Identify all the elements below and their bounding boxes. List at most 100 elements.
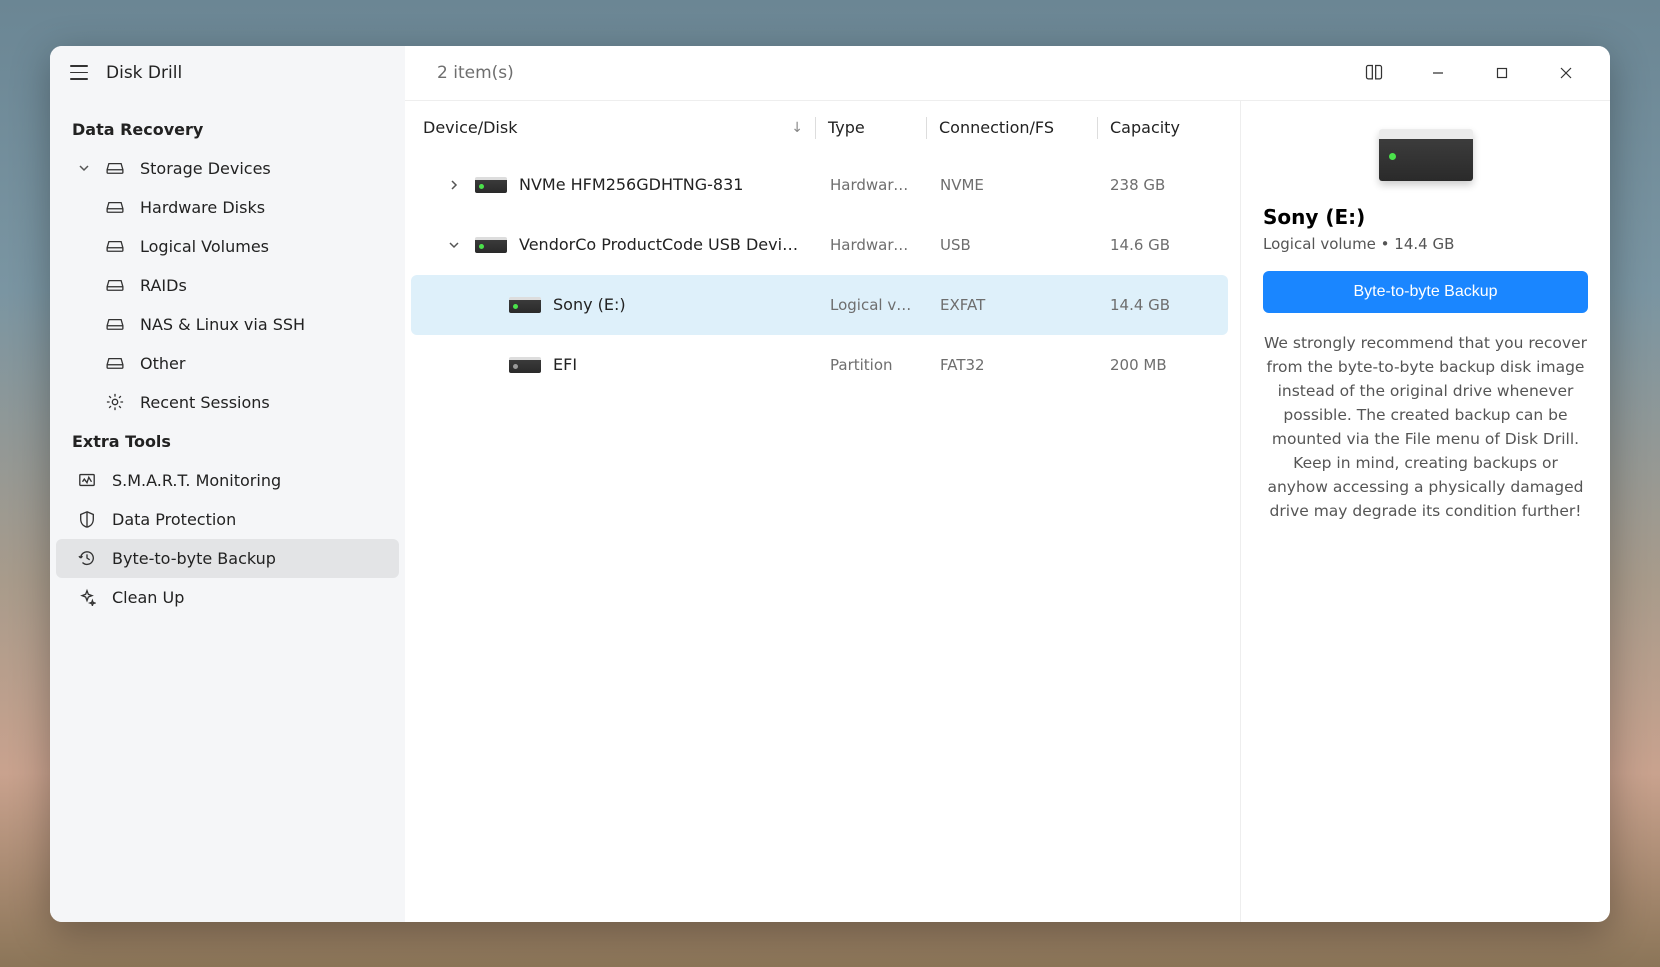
app-title: Disk Drill [106, 63, 182, 83]
table-row[interactable]: VendorCo ProductCode USB Devi…Hardware…U… [411, 215, 1228, 275]
device-name: Sony (E:) [553, 295, 626, 314]
cell-type: Partition [818, 356, 928, 374]
device-name: EFI [553, 355, 577, 374]
details-panel: Sony (E:) Logical volume • 14.4 GB Byte-… [1240, 101, 1610, 922]
cell-capacity: 14.4 GB [1098, 296, 1228, 314]
device-name: NVMe HFM256GDHTNG-831 [519, 175, 743, 194]
disk-icon [475, 177, 507, 193]
sidebar-item-label: RAIDs [140, 276, 187, 295]
table-row[interactable]: EFI PartitionFAT32200 MB [411, 335, 1228, 395]
column-device[interactable]: Device/Disk ↓ [411, 118, 815, 137]
content-row: Device/Disk ↓ Type Connection/FS Capacit… [405, 100, 1610, 922]
section-header: Data Recovery [56, 110, 399, 149]
cell-connection: FAT32 [928, 356, 1098, 374]
cell-connection: EXFAT [928, 296, 1098, 314]
sidebar-item-clean-up[interactable]: Clean Up [56, 578, 399, 617]
close-icon [1560, 67, 1572, 79]
drive-icon [106, 315, 124, 333]
details-image [1263, 129, 1588, 181]
sidebar-item-data-protection[interactable]: Data Protection [56, 500, 399, 539]
sidebar-nav: Data Recovery Storage Devices Hardware Dis… [50, 100, 405, 617]
column-capacity[interactable]: Capacity [1098, 118, 1228, 137]
sidebar-item-nas-linux-via-ssh[interactable]: NAS & Linux via SSH [56, 305, 399, 344]
shield-icon [78, 510, 96, 528]
cell-type: Hardware… [818, 236, 928, 254]
chevron-down-icon[interactable] [445, 241, 463, 249]
app-window: Disk Drill Data Recovery Storage Devices H… [50, 46, 1610, 922]
sidebar-item-label: S.M.A.R.T. Monitoring [112, 471, 281, 490]
column-type[interactable]: Type [816, 118, 926, 137]
drive-icon [106, 198, 124, 216]
sidebar-item-label: Clean Up [112, 588, 184, 607]
cell-type: Hardware… [818, 176, 928, 194]
sort-down-icon: ↓ [791, 120, 803, 136]
details-subtitle: Logical volume • 14.4 GB [1263, 235, 1588, 253]
details-description: We strongly recommend that you recover f… [1263, 331, 1588, 523]
item-count: 2 item(s) [423, 63, 514, 83]
section-header: Extra Tools [56, 422, 399, 461]
maximize-button[interactable] [1476, 53, 1528, 93]
cell-device: NVMe HFM256GDHTNG-831 [411, 175, 818, 194]
sidebar-item-storage-devices[interactable]: Storage Devices [56, 149, 399, 188]
maximize-icon [1496, 67, 1508, 79]
book-icon [1364, 63, 1384, 83]
column-device-label: Device/Disk [423, 118, 517, 137]
byte-to-byte-backup-button[interactable]: Byte-to-byte Backup [1263, 271, 1588, 313]
cell-device: EFI [411, 355, 818, 374]
minimize-button[interactable] [1412, 53, 1464, 93]
cell-capacity: 200 MB [1098, 356, 1228, 374]
sidebar-header: Disk Drill [50, 46, 405, 100]
sidebar-item-label: Storage Devices [140, 159, 271, 178]
close-button[interactable] [1540, 53, 1592, 93]
column-connection[interactable]: Connection/FS [927, 118, 1097, 137]
smart-icon [78, 471, 96, 489]
details-title: Sony (E:) [1263, 205, 1588, 229]
drive-icon [1379, 129, 1473, 181]
device-table: Device/Disk ↓ Type Connection/FS Capacit… [405, 101, 1240, 922]
main-area: 2 item(s) Device/Disk ↓ [405, 46, 1610, 922]
sidebar-item-s-m-a-r-t-monitoring[interactable]: S.M.A.R.T. Monitoring [56, 461, 399, 500]
table-row[interactable]: NVMe HFM256GDHTNG-831 Hardware…NVME238 GB [411, 155, 1228, 215]
minimize-icon [1432, 67, 1444, 79]
cell-device: Sony (E:) [411, 295, 818, 314]
column-capacity-label: Capacity [1110, 118, 1180, 137]
sidebar-item-label: Data Protection [112, 510, 236, 529]
toolbar: 2 item(s) [405, 46, 1610, 100]
sidebar-item-label: Logical Volumes [140, 237, 269, 256]
gear-icon [106, 393, 124, 411]
drive-icon [106, 354, 124, 372]
sidebar-item-label: NAS & Linux via SSH [140, 315, 305, 334]
disk-icon [475, 237, 507, 253]
table-header: Device/Disk ↓ Type Connection/FS Capacit… [411, 101, 1228, 155]
chevron-right-icon[interactable] [445, 180, 463, 190]
drive-icon [106, 159, 124, 177]
cell-type: Logical vol… [818, 296, 928, 314]
chevron-down-icon [78, 162, 90, 174]
column-connection-label: Connection/FS [939, 118, 1054, 137]
cell-connection: NVME [928, 176, 1098, 194]
history-icon [78, 549, 96, 567]
sparkle-icon [78, 588, 96, 606]
help-button[interactable] [1348, 53, 1400, 93]
sidebar-item-logical-volumes[interactable]: Logical Volumes [56, 227, 399, 266]
drive-icon [106, 237, 124, 255]
table-row[interactable]: Sony (E:) Logical vol…EXFAT14.4 GB [411, 275, 1228, 335]
column-type-label: Type [828, 118, 865, 137]
sidebar-item-label: Hardware Disks [140, 198, 265, 217]
sidebar-item-byte-to-byte-backup[interactable]: Byte-to-byte Backup [56, 539, 399, 578]
sidebar-item-label: Byte-to-byte Backup [112, 549, 276, 568]
cell-capacity: 238 GB [1098, 176, 1228, 194]
sidebar-item-recent-sessions[interactable]: Recent Sessions [56, 383, 399, 422]
hamburger-menu-button[interactable] [70, 65, 88, 80]
cell-capacity: 14.6 GB [1098, 236, 1228, 254]
cell-connection: USB [928, 236, 1098, 254]
sidebar-item-other[interactable]: Other [56, 344, 399, 383]
table-body: NVMe HFM256GDHTNG-831Hardware…NVME238 GB… [411, 155, 1228, 395]
sidebar-item-label: Recent Sessions [140, 393, 270, 412]
sidebar-item-hardware-disks[interactable]: Hardware Disks [56, 188, 399, 227]
sidebar-item-label: Other [140, 354, 185, 373]
disk-icon [509, 357, 541, 373]
cell-device: VendorCo ProductCode USB Devi… [411, 235, 818, 254]
sidebar-item-raids[interactable]: RAIDs [56, 266, 399, 305]
sidebar: Disk Drill Data Recovery Storage Devices H… [50, 46, 405, 922]
